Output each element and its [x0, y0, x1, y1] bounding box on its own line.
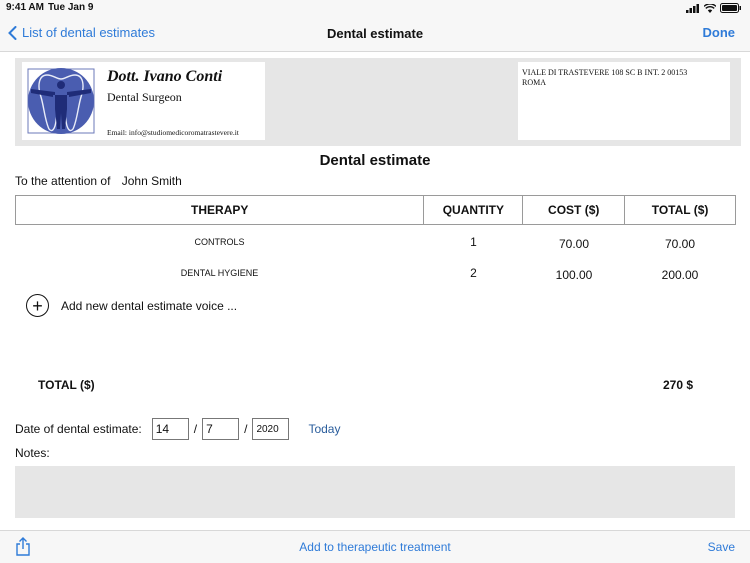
back-button[interactable]: List of dental estimates [8, 25, 155, 40]
total-cell: 70.00 [664, 236, 696, 251]
wifi-icon [704, 3, 716, 13]
document-heading: Dental estimate [319, 152, 431, 169]
add-estimate-voice-label: Add new dental estimate voice ... [61, 298, 238, 313]
quantity-cell: 1 [470, 235, 477, 249]
plus-circle-icon: + [26, 294, 49, 317]
today-button[interactable]: Today [308, 422, 340, 436]
address-line-2: ROMA [522, 78, 547, 87]
doctor-card: Dott. Ivano Conti Dental Surgeon Email: … [22, 62, 265, 140]
chevron-left-icon [8, 25, 17, 40]
tooth-logo-icon [27, 68, 95, 134]
bottom-toolbar: Add to therapeutic treatment Save [0, 530, 750, 563]
therapy-cell: DENTAL HYGIENE [180, 268, 259, 278]
header-therapy: THERAPY [16, 196, 425, 224]
header-cost: COST ($) [523, 196, 626, 224]
header-quantity: QUANTITY [424, 196, 524, 224]
doctor-email: Email: info@studiomedicoromatrastevere.i… [107, 128, 239, 137]
header-total: TOTAL ($) [651, 203, 709, 217]
letterhead: Dott. Ivano Conti Dental Surgeon Email: … [15, 58, 741, 146]
total-cell: 200.00 [661, 267, 699, 282]
add-to-treatment-button[interactable]: Add to therapeutic treatment [299, 540, 450, 554]
status-date: Tue Jan 9 [48, 2, 94, 13]
therapy-cell: CONTROLS [194, 237, 245, 247]
day-input[interactable] [151, 418, 189, 440]
total-label: TOTAL ($) [38, 378, 95, 392]
date-separator: / [244, 422, 248, 436]
status-bar: 9:41 AM Tue Jan 9 [0, 0, 750, 16]
quantity-cell: 2 [470, 266, 477, 280]
patient-name[interactable]: John Smith [122, 174, 182, 188]
save-button[interactable]: Save [708, 540, 735, 554]
share-button[interactable] [15, 537, 31, 562]
table-header: THERAPY QUANTITY COST ($) TOTAL ($) [15, 195, 736, 225]
address-line-1: VIALE DI TRASTEVERE 108 SC B INT. 2 0015… [522, 68, 688, 77]
status-icons [686, 3, 742, 13]
date-separator: / [193, 422, 198, 436]
back-button-label: List of dental estimates [22, 25, 155, 40]
add-estimate-voice-button[interactable]: + Add new dental estimate voice ... [26, 294, 237, 317]
year-input[interactable] [252, 418, 290, 440]
total-value: 270 $ [663, 378, 694, 392]
status-time: 9:41 AM [6, 2, 44, 13]
share-icon [16, 537, 30, 556]
table-row[interactable]: CONTROLS 1 70.00 70.00 [15, 232, 736, 252]
notes-input[interactable] [15, 466, 735, 518]
doctor-name: Dott. Ivano Conti [107, 68, 223, 85]
done-button[interactable]: Done [703, 25, 736, 40]
signal-icon [686, 3, 699, 13]
battery-icon [720, 3, 741, 13]
notes-label: Notes: [15, 446, 50, 460]
attention-line: To the attention of John Smith [15, 174, 182, 188]
date-label: Date of dental estimate: [15, 422, 142, 436]
address-card: VIALE DI TRASTEVERE 108 SC B INT. 2 0015… [518, 62, 730, 140]
date-row: Date of dental estimate: / / Today [15, 418, 340, 440]
month-input[interactable] [202, 418, 240, 440]
cost-cell: 70.00 [558, 236, 590, 251]
cost-cell: 100.00 [555, 267, 593, 282]
table-row[interactable]: DENTAL HYGIENE 2 100.00 200.00 [15, 263, 736, 283]
add-treatment-container: Add to therapeutic treatment [0, 540, 750, 554]
attention-label: To the attention of [15, 174, 111, 188]
doctor-role: Dental Surgeon [107, 90, 182, 104]
navigation-bar: List of dental estimates Dental estimate… [0, 16, 750, 52]
